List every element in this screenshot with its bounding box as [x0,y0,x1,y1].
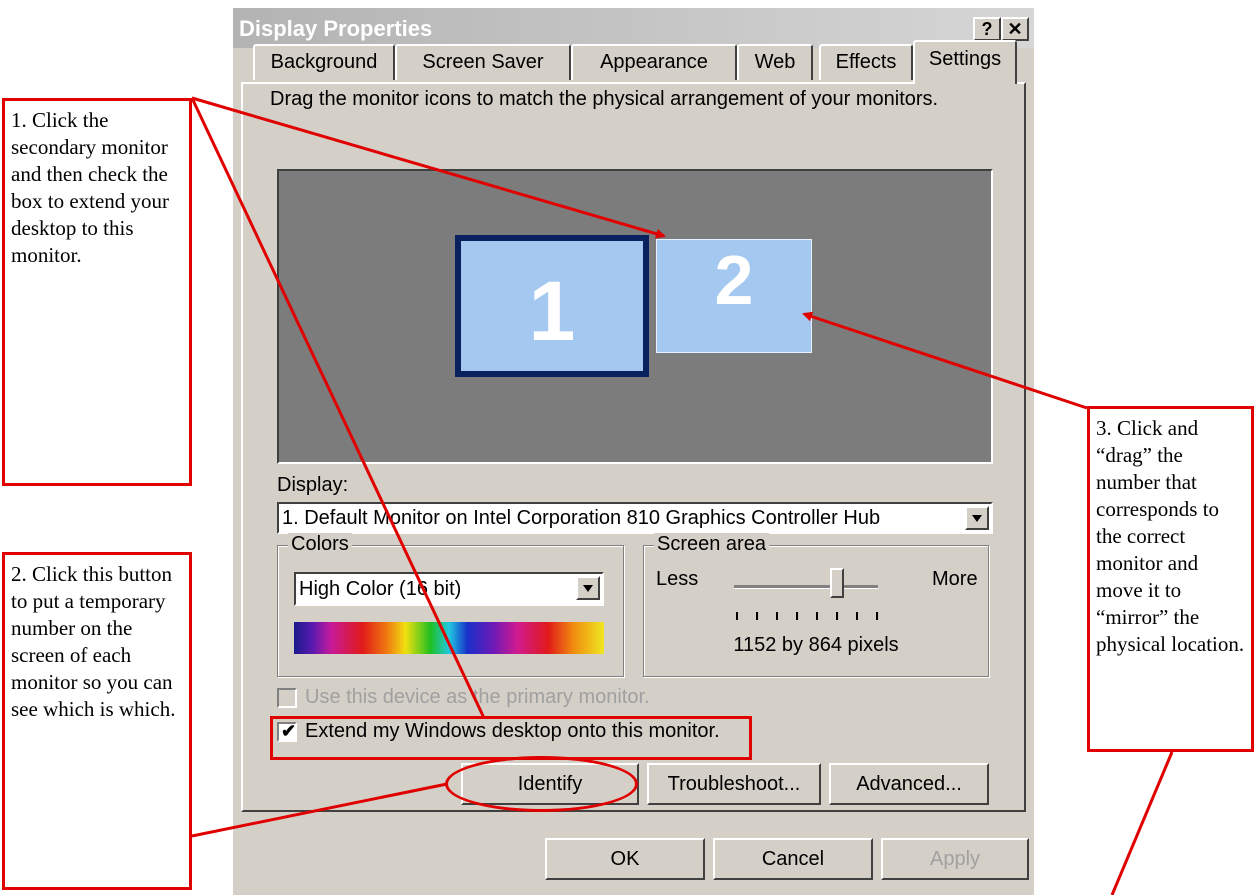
annotation-note-1: 1. Click the secondary monitor and then … [2,98,192,486]
monitor-1-icon[interactable]: 1 [455,235,649,377]
display-select[interactable]: 1. Default Monitor on Intel Corporation … [277,502,993,534]
color-spectrum-preview [294,622,604,654]
colors-select-value: High Color (16 bit) [299,578,462,600]
monitor-2-number: 2 [714,241,754,319]
chevron-down-icon [583,585,593,592]
cancel-button[interactable]: Cancel [713,838,873,880]
monitor-2-icon[interactable]: 2 [656,239,812,353]
line-note3-tail [1110,751,1174,895]
colors-group-title: Colors [288,533,352,556]
colors-dropdown-button[interactable] [576,576,600,600]
tab-web[interactable]: Web [737,44,813,80]
instruction-text: Drag the monitor icons to match the phys… [270,88,939,110]
tab-background[interactable]: Background [253,44,395,80]
tab-settings[interactable]: Settings [913,40,1017,84]
screen-area-group-title: Screen area [654,533,769,556]
more-label: More [932,568,978,590]
annotation-note-2: 2. Click this button to put a temporary … [2,552,192,890]
display-label: Display: [277,474,349,496]
apply-button: Apply [881,838,1029,880]
primary-monitor-checkbox [277,688,297,708]
display-select-value: 1. Default Monitor on Intel Corporation … [282,507,881,529]
chevron-down-icon [972,515,982,522]
tab-effects[interactable]: Effects [819,44,913,80]
annotation-note-3: 3. Click and “drag” the number that corr… [1087,406,1254,752]
less-label: Less [656,568,699,590]
primary-monitor-label: Use this device as the primary monitor. [305,686,650,708]
troubleshoot-button[interactable]: Troubleshoot... [647,763,821,805]
slider-ticks [736,612,880,620]
help-button[interactable]: ? [973,17,1001,41]
ok-button[interactable]: OK [545,838,705,880]
identify-button-highlight [445,756,638,812]
close-button[interactable]: ✕ [1001,17,1029,41]
colors-group: Colors High Color (16 bit) [277,533,624,677]
monitor-arrangement-area[interactable]: 1 2 [277,169,993,464]
monitor-1-number: 1 [528,264,576,358]
resolution-text: 1152 by 864 pixels [733,634,899,656]
extend-checkbox-highlight [270,716,752,760]
display-dropdown-button[interactable] [965,506,989,530]
screen-area-slider-thumb[interactable] [830,568,844,598]
window-title: Display Properties [239,16,433,41]
screen-area-group: Screen area Less More 1152 by 864 pixels [643,533,989,677]
screen-area-slider-track[interactable] [734,585,878,589]
tab-screen-saver[interactable]: Screen Saver [395,44,571,80]
tab-appearance[interactable]: Appearance [571,44,737,80]
display-properties-dialog: Display Properties ? ✕ Background Screen… [233,8,1034,895]
colors-select[interactable]: High Color (16 bit) [294,572,604,606]
advanced-button[interactable]: Advanced... [829,763,989,805]
